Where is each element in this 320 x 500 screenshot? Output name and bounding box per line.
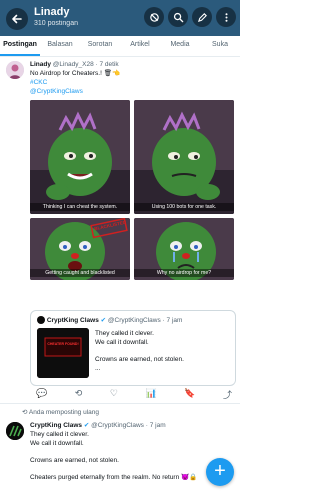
meme-caption: Using 100 bots for one task. <box>134 203 234 211</box>
edit-icon[interactable] <box>192 7 212 27</box>
plus-icon: + <box>214 460 226 482</box>
quoted-text-line: Crowns are earned, not stolen. <box>95 356 184 363</box>
avatar[interactable] <box>6 61 24 79</box>
meme-panel-1[interactable]: Thinking I can cheat the system. <box>30 100 130 214</box>
post-text-line: We call it downfall. <box>30 440 84 447</box>
post-text-line: Cheaters purged eternally from the realm… <box>30 474 198 481</box>
no-notification-icon[interactable] <box>144 7 164 27</box>
quoted-author-name[interactable]: CryptKing Claws <box>47 317 99 324</box>
post-text-line: Crowns are earned, not stolen. <box>30 457 119 464</box>
share-icon[interactable]: ⤴ <box>223 388 232 401</box>
quoted-post[interactable]: CryptKing Claws ✔ @CryptKingClaws · 7 ja… <box>30 310 236 386</box>
post-time: · 7 jam <box>145 422 166 429</box>
repost-icon[interactable]: ⟲ <box>75 388 83 401</box>
meme-image-grid[interactable]: Thinking I can cheat the system. Using 1… <box>30 48 234 280</box>
repost-indicator: ⟲ Anda memposting ulang <box>22 408 99 416</box>
post-actions: 💬 ⟲ ♡ 📊 🔖 ⤴ <box>36 388 232 401</box>
repost-label: Anda memposting ulang <box>28 409 100 416</box>
profile-name: Linady <box>34 6 70 18</box>
quoted-text-line: We call it downfall. <box>95 339 149 346</box>
post-text-line: They called it clever. <box>30 431 89 438</box>
more-icon[interactable] <box>216 7 236 27</box>
repost-indicator-icon: ⟲ <box>22 409 28 416</box>
divider <box>0 403 240 404</box>
avatar[interactable] <box>6 422 24 440</box>
verified-badge-icon: ✔ <box>100 317 107 324</box>
meme-caption: Why no airdrop for me? <box>134 269 234 277</box>
views-icon[interactable]: 📊 <box>145 388 156 401</box>
author-name[interactable]: CryptKing Claws <box>30 422 82 429</box>
meme-panel-2[interactable]: Using 100 bots for one task. <box>134 100 234 214</box>
search-icon[interactable] <box>168 7 188 27</box>
verified-avatar[interactable] <box>37 316 45 325</box>
author-handle: @CryptKingClaws <box>91 422 144 429</box>
quoted-image[interactable]: CHEATER FOUND! <box>37 328 89 378</box>
meme-caption: Getting caught and blacklisted <box>30 269 130 277</box>
quoted-author-handle: @CryptKingClaws <box>107 317 161 324</box>
back-arrow-icon[interactable] <box>6 8 28 30</box>
reply-icon[interactable]: 💬 <box>36 388 47 401</box>
bookmark-icon[interactable]: 🔖 <box>184 388 195 401</box>
green-creature-image <box>134 100 234 214</box>
verified-badge-icon: ✔ <box>83 422 90 429</box>
cheater-found-image <box>37 328 89 378</box>
quoted-text-ellipsis: ... <box>95 365 101 372</box>
like-icon[interactable]: ♡ <box>110 388 118 401</box>
quoted-post-time: · 7 jam <box>162 317 183 324</box>
compose-button[interactable]: + <box>206 458 234 486</box>
cheater-found-label: CHEATER FOUND! <box>47 342 79 346</box>
green-creature-image <box>30 100 130 214</box>
quoted-text-line: They called it clever. <box>95 330 154 337</box>
meme-panel-4[interactable]: Why no airdrop for me? <box>134 218 234 280</box>
meme-panel-3[interactable]: BLACKLISTED Getting caught and blacklist… <box>30 218 130 280</box>
post-count: 310 postingan <box>34 20 78 27</box>
meme-caption: Thinking I can cheat the system. <box>30 203 130 211</box>
